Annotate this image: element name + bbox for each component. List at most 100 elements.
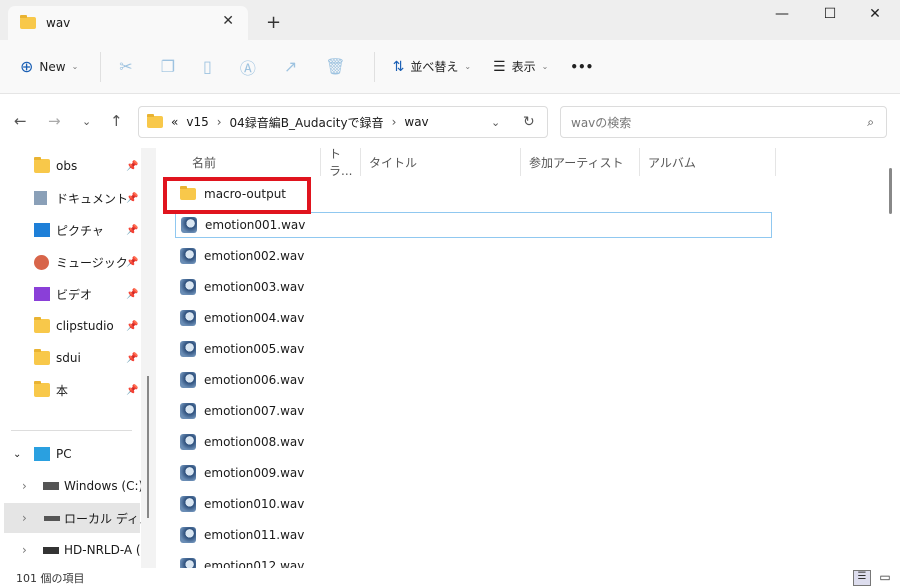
folder-icon: [34, 349, 50, 365]
column-header-artist[interactable]: 参加アーティスト: [521, 148, 640, 176]
file-row[interactable]: emotion005.wav: [175, 336, 772, 362]
paste-button[interactable]: ▯: [203, 57, 212, 76]
pin-icon: 📌: [126, 192, 139, 204]
status-bar: 101 個の項目 ☰ ▭: [0, 568, 900, 588]
sidebar-label: HD-NRLD-A ((: [64, 543, 140, 557]
audio-file-icon: [180, 372, 196, 388]
audio-file-icon: [180, 248, 196, 264]
file-row[interactable]: emotion003.wav: [175, 274, 772, 300]
file-row[interactable]: emotion002.wav: [175, 243, 772, 269]
sidebar-scroll-thumb[interactable]: [147, 376, 149, 518]
new-button[interactable]: ⊕ New ⌄: [20, 57, 78, 76]
search-input[interactable]: wavの検索 ⌕: [560, 106, 887, 138]
sidebar-item-windows-c[interactable]: › Windows (C:): [0, 471, 145, 501]
breadcrumb-item[interactable]: 04録音編B_Audacityで録音: [230, 114, 384, 131]
search-icon: ⌕: [867, 114, 874, 129]
file-row[interactable]: emotion010.wav: [175, 491, 772, 517]
chevron-down-icon[interactable]: ⌄: [13, 449, 21, 460]
chevron-right-icon[interactable]: ›: [22, 543, 27, 557]
file-name: emotion002.wav: [204, 249, 305, 263]
copy-button[interactable]: ❐: [161, 57, 175, 76]
lines-icon: ☰: [493, 58, 506, 75]
view-label: 表示: [511, 60, 536, 74]
sidebar-item-book[interactable]: 本 📌: [0, 375, 145, 405]
sidebar-label: PC: [56, 447, 72, 461]
cut-button[interactable]: ✂: [119, 57, 132, 76]
up-button[interactable]: ↑: [110, 112, 123, 130]
new-tab-button[interactable]: +: [266, 12, 281, 33]
file-row[interactable]: emotion009.wav: [175, 460, 772, 486]
chevron-down-icon: ⌄: [541, 62, 549, 71]
breadcrumb-item[interactable]: wav: [404, 115, 428, 129]
folder-icon: [34, 157, 50, 173]
maximize-button[interactable]: ☐: [815, 6, 845, 22]
column-header-title[interactable]: タイトル: [361, 148, 521, 176]
share-button[interactable]: ↗: [284, 57, 297, 76]
refresh-icon[interactable]: ↻: [523, 114, 535, 130]
sort-button[interactable]: ⇅ 並べ替え ⌄: [393, 58, 471, 75]
view-button[interactable]: ☰ 表示 ⌄: [493, 58, 548, 75]
close-tab-icon[interactable]: ✕: [222, 13, 234, 29]
breadcrumb-item[interactable]: v15: [186, 115, 208, 129]
column-header-album[interactable]: アルバム: [640, 148, 776, 176]
pin-icon: 📌: [126, 256, 139, 268]
folder-icon: [20, 15, 36, 29]
audio-file-icon: [180, 465, 196, 481]
tiles-view-button[interactable]: ▭: [876, 570, 894, 586]
chevron-down-icon: ⌄: [464, 62, 472, 71]
rename-button[interactable]: Ⓐ: [240, 55, 256, 79]
breadcrumb-overflow[interactable]: «: [171, 115, 178, 129]
header-label: タイトル: [369, 155, 418, 170]
audio-file-icon: [180, 341, 196, 357]
address-dropdown-icon[interactable]: ⌄: [491, 116, 500, 129]
forward-button[interactable]: →: [48, 112, 61, 130]
tab-wav[interactable]: wav ✕: [8, 6, 248, 40]
file-row[interactable]: emotion006.wav: [175, 367, 772, 393]
column-header-track[interactable]: トラ...: [321, 148, 361, 178]
sidebar-item-clipstudio[interactable]: clipstudio 📌: [0, 311, 145, 341]
file-row[interactable]: emotion011.wav: [175, 522, 772, 548]
pc-icon: [34, 447, 50, 461]
sidebar-item-obs[interactable]: obs 📌: [0, 151, 145, 181]
audio-file-icon: [180, 310, 196, 326]
tab-title: wav: [46, 16, 71, 30]
file-row[interactable]: emotion007.wav: [175, 398, 772, 424]
file-row[interactable]: emotion012.wav: [175, 553, 772, 568]
details-view-button[interactable]: ☰: [853, 570, 871, 586]
sidebar-item-pictures[interactable]: ピクチャ 📌: [0, 215, 145, 245]
pin-icon: 📌: [126, 320, 139, 332]
more-button[interactable]: •••: [570, 60, 593, 74]
file-name: emotion004.wav: [204, 311, 305, 325]
file-name: emotion003.wav: [204, 280, 305, 294]
column-header-name[interactable]: 名前: [184, 148, 321, 176]
file-name: emotion005.wav: [204, 342, 305, 356]
delete-button[interactable]: 🗑: [325, 57, 345, 76]
clipboard-icon: ▯: [203, 57, 212, 76]
recent-dropdown[interactable]: ⌄: [82, 115, 91, 128]
sidebar-item-pc[interactable]: ⌄ PC: [0, 439, 145, 469]
music-icon: [34, 254, 49, 270]
file-list-scrollbar[interactable]: [889, 168, 892, 214]
chevron-right-icon[interactable]: ›: [22, 479, 27, 493]
sidebar-item-local-disk[interactable]: › ローカル ディスク: [4, 503, 146, 533]
divider: [373, 51, 375, 82]
highlight-box: [163, 177, 311, 214]
sidebar-item-hd-nrld[interactable]: › HD-NRLD-A ((: [0, 535, 145, 565]
close-window-button[interactable]: ✕: [860, 6, 890, 22]
back-button[interactable]: ←: [14, 112, 27, 130]
chevron-right-icon[interactable]: ›: [22, 511, 27, 525]
file-row[interactable]: emotion004.wav: [175, 305, 772, 331]
rename-icon: Ⓐ: [239, 58, 256, 78]
minimize-button[interactable]: —: [767, 6, 797, 22]
file-row[interactable]: emotion001.wav: [175, 212, 772, 238]
sidebar-item-sdui[interactable]: sdui 📌: [0, 343, 145, 373]
sidebar-item-documents[interactable]: ドキュメント 📌: [0, 183, 145, 213]
drive-icon: [44, 515, 60, 521]
pictures-icon: [34, 223, 50, 237]
file-name: emotion009.wav: [204, 466, 305, 480]
address-bar[interactable]: « v15 › 04録音編B_Audacityで録音 › wav ⌄ ↻: [138, 106, 548, 138]
sidebar-item-music[interactable]: ミュージック 📌: [0, 247, 145, 277]
sidebar-item-videos[interactable]: ビデオ 📌: [0, 279, 145, 309]
file-row[interactable]: emotion008.wav: [175, 429, 772, 455]
documents-icon: [34, 191, 47, 205]
